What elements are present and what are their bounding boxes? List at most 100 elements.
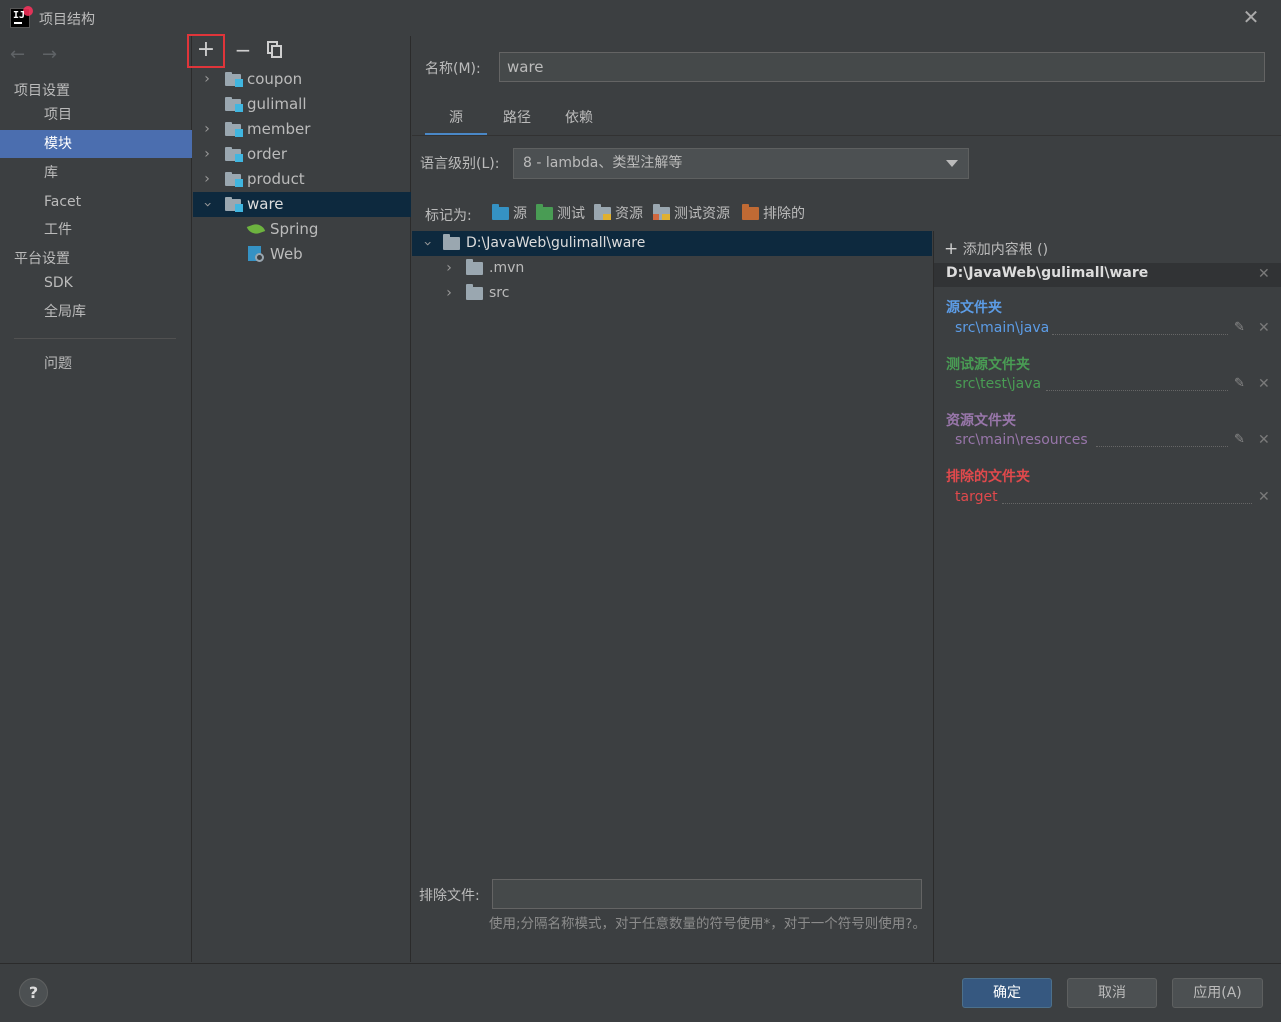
chevron-right-icon[interactable]: › [442,281,456,306]
copy-module-icon[interactable] [265,41,283,59]
module-row-coupon[interactable]: › coupon [193,67,411,92]
resource-folders-header: 资源文件夹 [946,413,1016,429]
forward-arrow-icon[interactable]: → [42,44,57,65]
chevron-right-icon[interactable]: › [200,167,214,192]
add-module-button[interactable]: + [187,34,225,68]
project-settings-header: 项目设置 [14,83,70,99]
edit-pencil-icon[interactable]: ✎ [1234,432,1245,447]
test-resource-folder-icon [653,204,670,220]
spring-leaf-icon [246,221,266,237]
folder-icon [466,259,483,275]
ok-button[interactable]: 确定 [962,978,1052,1008]
source-folder-path: src\main\java [955,320,1050,336]
tab-sources[interactable]: 源 [425,108,487,136]
remove-source-folder-icon[interactable]: ✕ [1258,320,1270,336]
module-label: member [247,120,311,138]
module-folder-icon [225,147,243,162]
language-level-select[interactable]: 8 - lambda、类型注解等 [513,148,969,179]
module-row-order[interactable]: › order [193,142,411,167]
facet-row-spring[interactable]: Spring [193,217,411,242]
chevron-down-icon[interactable]: › [415,237,440,251]
remove-test-folder-icon[interactable]: ✕ [1258,376,1270,392]
test-folder-icon [536,204,553,220]
sidebar-item-global-libraries[interactable]: 全局库 [0,298,192,326]
apply-button[interactable]: 应用(A) [1172,978,1263,1008]
sidebar-item-artifacts[interactable]: 工件 [0,216,192,244]
help-button[interactable]: ? [19,978,48,1007]
chevron-right-icon[interactable]: › [200,117,214,142]
sidebar-item-modules[interactable]: 模块 [0,130,192,158]
remove-content-root-icon[interactable]: ✕ [1258,266,1270,282]
add-content-root-button[interactable]: + 添加内容根 () [944,239,1048,259]
dropdown-arrow-icon[interactable] [946,160,958,167]
excluded-folder-path: target [955,489,998,505]
module-folder-icon [225,172,243,187]
content-tree-row-root[interactable]: › D:\JavaWeb\gulimall\ware [412,231,932,256]
test-source-folders-header: 测试源文件夹 [946,357,1030,373]
content-tree-label: .mvn [489,260,525,276]
remove-resource-folder-icon[interactable]: ✕ [1258,432,1270,448]
sidebar-item-sdk[interactable]: SDK [0,269,192,297]
chevron-right-icon[interactable]: › [442,256,456,281]
remove-module-button[interactable]: − [233,36,253,64]
folder-icon [443,234,460,250]
tab-divider [412,135,1281,136]
content-roots-panel [933,231,1281,962]
module-name-label: 名称(M): [425,61,481,77]
cancel-button[interactable]: 取消 [1067,978,1157,1008]
platform-settings-header: 平台设置 [14,251,70,267]
facet-label: Web [270,245,303,263]
mark-test-resources-button[interactable]: 测试资源 [653,204,737,225]
test-source-folder-path: src\test\java [955,376,1042,392]
module-row-product[interactable]: › product [193,167,411,192]
content-root-path: D:\JavaWeb\gulimall\ware [946,265,1149,281]
mark-resources-button[interactable]: 资源 [594,204,650,225]
edit-pencil-icon[interactable]: ✎ [1234,376,1245,391]
remove-excluded-folder-icon[interactable]: ✕ [1258,489,1270,505]
mark-tests-button[interactable]: 测试 [536,204,590,225]
module-row-gulimall[interactable]: gulimall [193,92,411,117]
tab-paths[interactable]: 路径 [490,108,544,136]
chevron-down-icon[interactable]: › [195,198,220,212]
back-arrow-icon[interactable]: ← [10,44,25,65]
source-folders-header: 源文件夹 [946,300,1002,316]
add-content-root-label: 添加内容根 () [962,242,1049,258]
module-row-member[interactable]: › member [193,117,411,142]
content-root-tree [412,231,932,874]
facet-row-web[interactable]: Web [193,242,411,267]
sidebar-item-problems[interactable]: 问题 [0,350,192,378]
sidebar-item-facets[interactable]: Facet [0,188,192,216]
excluded-folders-header: 排除的文件夹 [946,469,1030,485]
edit-pencil-icon[interactable]: ✎ [1234,320,1245,335]
language-level-label: 语言级别(L): [420,156,500,172]
chevron-right-icon[interactable]: › [200,142,214,167]
module-name-input[interactable]: ware [499,52,1265,82]
folder-icon [466,284,483,300]
sidebar-item-libraries[interactable]: 库 [0,159,192,187]
mark-sources-button[interactable]: 源 [492,204,532,225]
module-row-ware[interactable]: › ware [193,192,411,217]
module-label: ware [247,195,284,213]
module-folder-icon [225,197,243,212]
resource-folder-icon [594,204,611,220]
module-label: coupon [247,70,303,88]
content-tree-row-mvn[interactable]: › .mvn [412,256,932,281]
web-icon [247,246,265,263]
module-label: gulimall [247,95,307,113]
excluded-folder-icon [742,204,759,220]
chevron-right-icon[interactable]: › [200,67,214,92]
exclude-files-input[interactable] [492,879,922,909]
source-folder-icon [492,204,509,220]
close-icon[interactable]: ✕ [1240,6,1262,28]
title-bar: IJ 项目结构 ✕ [0,0,1281,36]
module-label: product [247,170,305,188]
window-title: 项目结构 [39,12,95,28]
exclude-files-hint: 使用;分隔名称模式，对于任意数量的符号使用*，对于一个符号则使用?。 [489,916,926,932]
mark-excluded-button[interactable]: 排除的 [742,204,812,225]
tab-dependencies[interactable]: 依赖 [553,108,605,136]
module-label: order [247,145,287,163]
module-folder-icon [225,122,243,137]
sidebar-item-project[interactable]: 项目 [0,101,192,129]
sidebar-divider [14,338,176,339]
content-tree-row-src[interactable]: › src [412,281,932,306]
